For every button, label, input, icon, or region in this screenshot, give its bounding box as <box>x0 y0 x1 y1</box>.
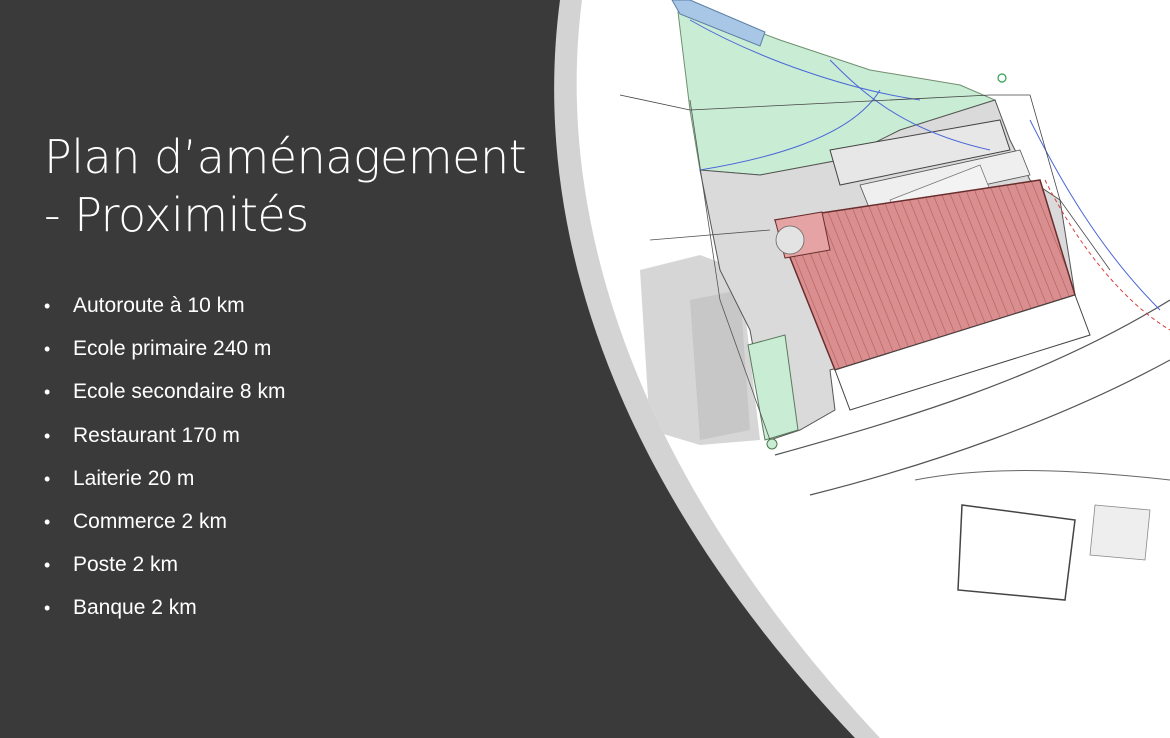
title-line-2: - Proximités <box>44 188 309 242</box>
list-item: Ecole primaire 240 m <box>44 333 285 376</box>
list-item: Banque 2 km <box>44 592 285 635</box>
slide-title: Plan d’aménagement - Proximités <box>44 128 564 244</box>
list-item: Restaurant 170 m <box>44 420 285 463</box>
list-item: Laiterie 20 m <box>44 463 285 506</box>
list-item: Ecole secondaire 8 km <box>44 376 285 419</box>
list-item: Autoroute à 10 km <box>44 290 285 333</box>
slide: Plan d’aménagement - Proximités Autorout… <box>0 0 1170 738</box>
list-item: Poste 2 km <box>44 549 285 592</box>
list-item: Commerce 2 km <box>44 506 285 549</box>
proximity-list: Autoroute à 10 km Ecole primaire 240 m E… <box>44 290 285 636</box>
title-line-1: Plan d’aménagement <box>44 130 527 184</box>
